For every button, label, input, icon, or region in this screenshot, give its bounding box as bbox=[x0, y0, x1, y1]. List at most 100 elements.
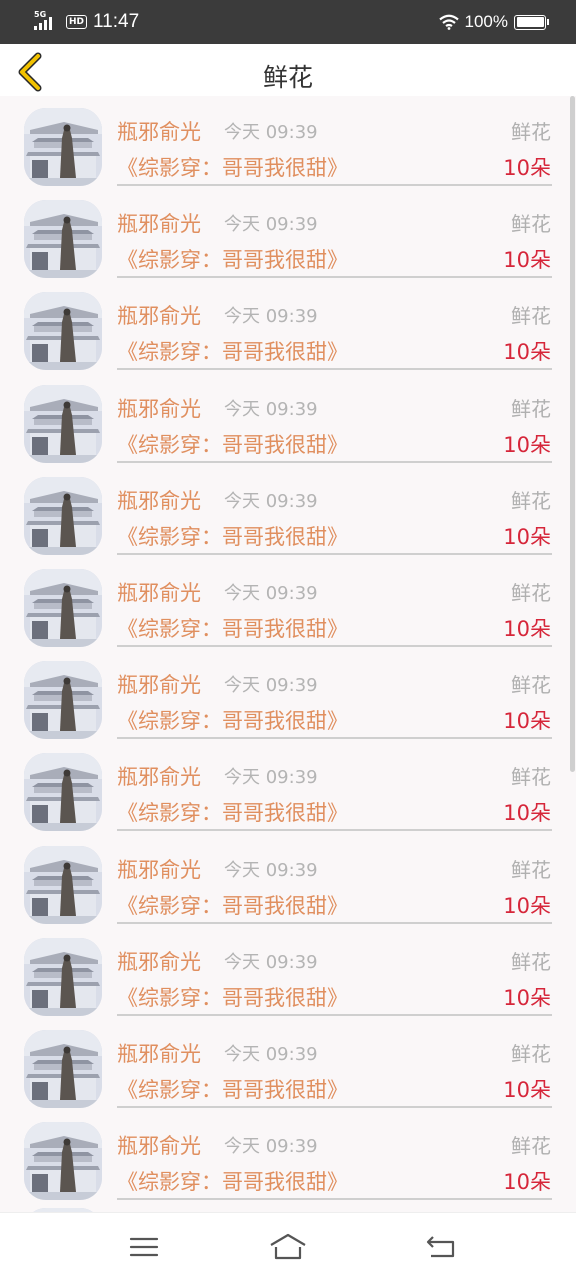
user-name[interactable]: 瓶邪俞光 bbox=[117, 854, 201, 884]
divider bbox=[117, 1198, 552, 1201]
user-name[interactable]: 瓶邪俞光 bbox=[117, 946, 201, 976]
book-title[interactable]: 《综影穿：哥哥我很甜》 bbox=[117, 1074, 348, 1104]
gift-type: 鲜花 bbox=[511, 765, 551, 790]
divider bbox=[117, 829, 552, 832]
list-item[interactable]: 瓶邪俞光 今天 09:39 鲜花 《综影穿：哥哥我很甜》 10朵 bbox=[0, 194, 576, 286]
user-name[interactable]: 瓶邪俞光 bbox=[117, 669, 201, 699]
list-item[interactable]: 瓶邪俞光 今天 09:39 鲜花 《综影穿：哥哥我很甜》 10朵 bbox=[0, 563, 576, 655]
book-title[interactable]: 《综影穿：哥哥我很甜》 bbox=[117, 797, 348, 827]
gift-type: 鲜花 bbox=[511, 581, 551, 605]
avatar[interactable] bbox=[24, 292, 102, 371]
gift-count: 10朵 bbox=[503, 985, 551, 1010]
gift-count: 10朵 bbox=[503, 801, 551, 826]
user-name[interactable]: 瓶邪俞光 bbox=[117, 485, 201, 515]
book-title[interactable]: 《综影穿：哥哥我很甜》 bbox=[117, 152, 348, 182]
timestamp: 今天 09:39 bbox=[224, 583, 318, 604]
list-item[interactable]: 瓶邪俞光 今天 09:39 鲜花 《综影穿：哥哥我很甜》 10朵 bbox=[0, 932, 576, 1024]
gift-count: 10朵 bbox=[503, 1170, 551, 1195]
battery-icon bbox=[514, 14, 549, 30]
book-title[interactable]: 《综影穿：哥哥我很甜》 bbox=[117, 890, 348, 920]
avatar[interactable] bbox=[24, 108, 102, 186]
timestamp: 今天 09:39 bbox=[224, 675, 318, 697]
timestamp: 今天 09:39 bbox=[224, 1136, 318, 1158]
list-item[interactable]: 瓶邪俞光 今天 09:39 鲜花 《综影穿：哥哥我很甜》 10朵 bbox=[0, 471, 576, 563]
divider bbox=[117, 184, 552, 186]
menu-button[interactable] bbox=[124, 1227, 164, 1267]
user-name[interactable]: 瓶邪俞光 bbox=[117, 577, 201, 607]
avatar[interactable] bbox=[24, 569, 102, 647]
gift-type: 鲜花 bbox=[511, 1042, 551, 1066]
home-button[interactable] bbox=[268, 1227, 308, 1267]
page-title: 鲜花 bbox=[262, 63, 313, 92]
book-title[interactable]: 《综影穿：哥哥我很甜》 bbox=[117, 336, 348, 366]
divider bbox=[117, 921, 552, 924]
signal-icon: 5G bbox=[34, 10, 60, 32]
gift-type: 鲜花 bbox=[511, 396, 551, 421]
gift-count: 10朵 bbox=[503, 893, 551, 918]
divider bbox=[117, 737, 552, 740]
timestamp: 今天 09:39 bbox=[224, 214, 318, 236]
book-title[interactable]: 《综影穿：哥哥我很甜》 bbox=[117, 705, 348, 735]
gift-count: 10朵 bbox=[503, 617, 551, 641]
gift-type: 鲜花 bbox=[511, 857, 551, 882]
network-type: 5G bbox=[34, 10, 47, 19]
gift-count: 10朵 bbox=[503, 524, 551, 549]
gift-count: 10朵 bbox=[503, 709, 551, 734]
avatar[interactable] bbox=[24, 1030, 102, 1108]
gift-count: 10朵 bbox=[503, 432, 551, 457]
avatar[interactable] bbox=[24, 200, 102, 279]
return-button[interactable] bbox=[420, 1227, 460, 1267]
avatar[interactable] bbox=[24, 937, 102, 1016]
book-title[interactable]: 《综影穿：哥哥我很甜》 bbox=[117, 429, 348, 459]
gift-type: 鲜花 bbox=[511, 120, 551, 144]
user-name[interactable]: 瓶邪俞光 bbox=[117, 1130, 201, 1160]
user-name[interactable]: 瓶邪俞光 bbox=[117, 116, 201, 146]
list-item[interactable]: 瓶邪俞光 今天 09:39 鲜花 《综影穿：哥哥我很甜》 10朵 bbox=[0, 102, 576, 194]
system-nav-bar bbox=[0, 1212, 576, 1280]
timestamp: 今天 09:39 bbox=[224, 398, 318, 420]
book-title[interactable]: 《综影穿：哥哥我很甜》 bbox=[117, 613, 348, 643]
gift-record-list[interactable]: 瓶邪俞光 今天 09:39 鲜花 《综影穿：哥哥我很甜》 10朵 瓶邪俞光 今天… bbox=[0, 96, 576, 1212]
avatar[interactable] bbox=[24, 384, 102, 463]
timestamp: 今天 09:39 bbox=[224, 490, 318, 512]
list-item[interactable]: 瓶邪俞光 今天 09:39 鲜花 《综影穿：哥哥我很甜》 10朵 bbox=[0, 840, 576, 932]
book-title[interactable]: 《综影穿：哥哥我很甜》 bbox=[117, 1166, 348, 1196]
avatar[interactable] bbox=[24, 753, 102, 832]
user-name[interactable]: 瓶邪俞光 bbox=[117, 761, 201, 791]
user-name[interactable]: 瓶邪俞光 bbox=[117, 393, 201, 423]
list-item[interactable]: 瓶邪俞光 今天 09:39 鲜花 《综影穿：哥哥我很甜》 10朵 bbox=[0, 655, 576, 747]
gift-type: 鲜花 bbox=[511, 1134, 551, 1159]
divider bbox=[117, 368, 552, 371]
gift-type: 鲜花 bbox=[511, 488, 551, 513]
avatar[interactable] bbox=[24, 845, 102, 924]
return-icon bbox=[426, 1236, 455, 1258]
list-item[interactable]: 瓶邪俞光 今天 09:39 鲜花 《综影穿：哥哥我很甜》 10朵 bbox=[0, 286, 576, 378]
gift-count: 10朵 bbox=[503, 248, 551, 273]
book-title[interactable]: 《综影穿：哥哥我很甜》 bbox=[117, 982, 348, 1012]
avatar[interactable] bbox=[24, 661, 102, 740]
gift-count: 10朵 bbox=[503, 1078, 551, 1102]
list-item[interactable]: 瓶邪俞光 今天 09:39 鲜花 《综影穿：哥哥我很甜》 10朵 bbox=[0, 1116, 576, 1208]
list-item[interactable]: 瓶邪俞光 今天 09:39 鲜花 《综影穿：哥哥我很甜》 10朵 bbox=[0, 379, 576, 471]
scrollbar[interactable] bbox=[570, 96, 575, 772]
timestamp: 今天 09:39 bbox=[224, 306, 318, 328]
list-item[interactable]: 瓶邪俞光 今天 09:39 鲜花 《综影穿：哥哥我很甜》 10朵 bbox=[0, 747, 576, 839]
divider bbox=[117, 1013, 552, 1016]
user-name[interactable]: 瓶邪俞光 bbox=[117, 1038, 201, 1068]
avatar[interactable] bbox=[24, 1122, 102, 1201]
gift-type: 鲜花 bbox=[511, 212, 551, 237]
gift-count: 10朵 bbox=[503, 156, 551, 180]
user-name[interactable]: 瓶邪俞光 bbox=[117, 208, 201, 238]
timestamp: 今天 09:39 bbox=[224, 859, 318, 881]
status-right: 100% bbox=[438, 0, 549, 44]
book-title[interactable]: 《综影穿：哥哥我很甜》 bbox=[117, 244, 348, 274]
avatar[interactable] bbox=[24, 476, 102, 555]
wifi-icon bbox=[438, 14, 459, 30]
hd-badge: HD bbox=[66, 15, 88, 29]
book-title[interactable]: 《综影穿：哥哥我很甜》 bbox=[117, 521, 348, 551]
user-name[interactable]: 瓶邪俞光 bbox=[117, 300, 201, 330]
timestamp: 今天 09:39 bbox=[224, 1044, 318, 1065]
status-time: 11:47 bbox=[93, 11, 140, 32]
list-item[interactable]: 瓶邪俞光 今天 09:39 鲜花 《综影穿：哥哥我很甜》 10朵 bbox=[0, 1024, 576, 1116]
nav-bar: 鲜花 bbox=[0, 44, 576, 96]
